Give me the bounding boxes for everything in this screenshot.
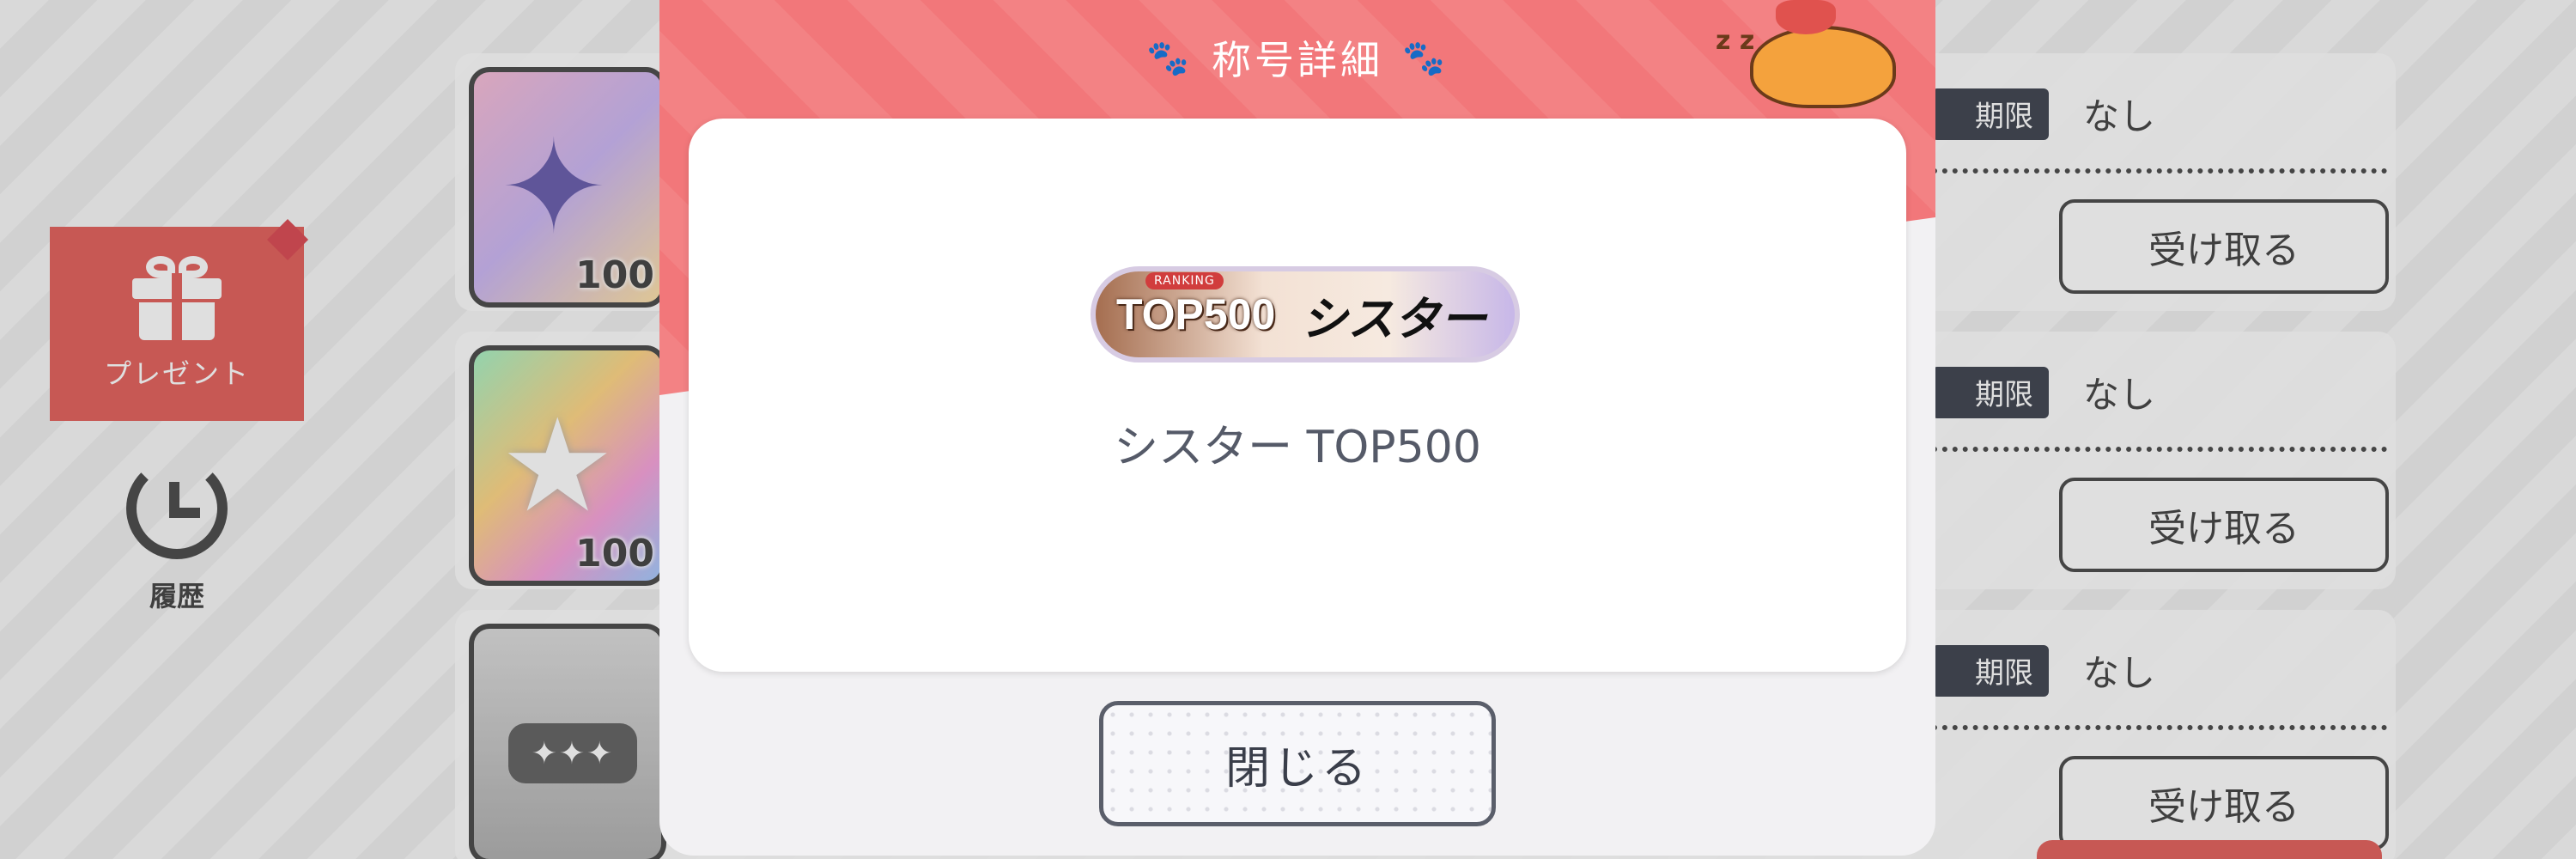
paw-icon: 🐾 [1402,38,1449,78]
sleeping-cat-icon: z z [1716,0,1913,112]
badge-ranking-label: RANKING [1145,272,1224,289]
title-detail-modal: 🐾 称号詳細 🐾 z z RANKING TOP500 シスター シスター TO… [659,0,1935,856]
close-button[interactable]: 閉じる [1099,701,1496,826]
paw-icon: 🐾 [1146,38,1193,78]
title-name: シスター TOP500 [1114,422,1481,473]
title-badge: RANKING TOP500 シスター [1091,266,1520,362]
badge-rank-text: TOP500 [1116,290,1276,338]
badge-name-text: シスター [1301,290,1487,346]
modal-title-text: 称号詳細 [1212,37,1383,83]
title-content-card: RANKING TOP500 シスター シスター TOP500 [689,119,1906,672]
badge-rank: RANKING TOP500 [1116,272,1276,339]
